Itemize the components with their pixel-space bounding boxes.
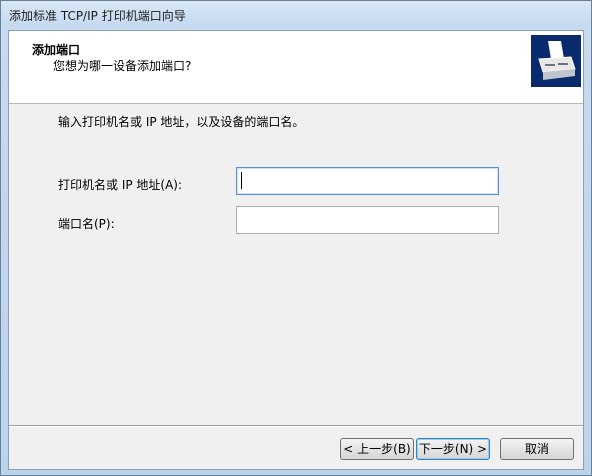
printer-name-label: 打印机名或 IP 地址(A): — [58, 178, 183, 192]
back-button[interactable]: < 上一步(B) — [340, 438, 414, 460]
wizard-client-area: 添加端口 您想为哪一设备添加端口? 输入打印机名或 IP 地址，以及设备的端口名… — [8, 30, 584, 470]
printer-icon — [531, 35, 581, 87]
instruction-text: 输入打印机名或 IP 地址，以及设备的端口名。 — [58, 115, 305, 129]
wizard-window: 添加标准 TCP/IP 打印机端口向导 添加端口 您想为哪一设备添加端口? 输入… — [0, 0, 592, 476]
printer-name-input[interactable] — [236, 167, 499, 195]
text-caret — [241, 172, 242, 189]
window-title: 添加标准 TCP/IP 打印机端口向导 — [9, 9, 186, 23]
port-name-input[interactable] — [236, 206, 499, 234]
header-subtitle: 您想为哪一设备添加端口? — [53, 59, 192, 73]
next-button[interactable]: 下一步(N) > — [416, 438, 490, 460]
button-separator — [9, 425, 583, 427]
cancel-button[interactable]: 取消 — [500, 438, 574, 460]
wizard-header: 添加端口 您想为哪一设备添加端口? — [9, 31, 583, 104]
title-bar[interactable]: 添加标准 TCP/IP 打印机端口向导 — [1, 1, 591, 29]
port-name-label: 端口名(P): — [58, 217, 115, 231]
header-title: 添加端口 — [32, 43, 81, 57]
